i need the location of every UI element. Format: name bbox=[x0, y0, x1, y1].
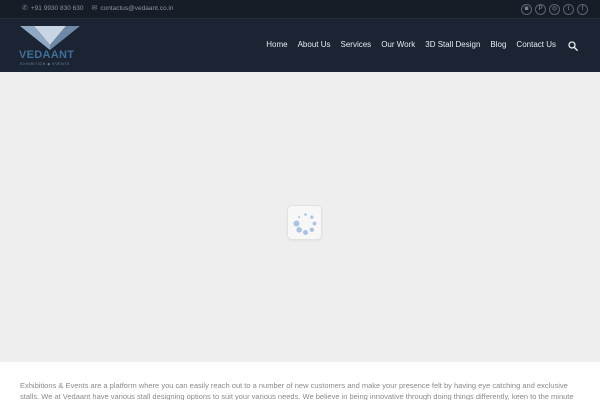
phone-number: +91 9930 830 630 bbox=[30, 4, 84, 12]
mail-icon: ✉ bbox=[91, 5, 98, 12]
about-section: Exhibitions & Events are a platform wher… bbox=[0, 362, 600, 400]
site-logo[interactable]: VEDAANT EXHIBITION ◆ EVENTS bbox=[18, 26, 82, 68]
nav-item-services[interactable]: Services bbox=[341, 40, 372, 49]
email-address: contactus@vedaant.co.in bbox=[100, 4, 174, 12]
logo-text: VEDAANT bbox=[19, 49, 75, 61]
top-bar: ✆ +91 9930 830 630 ✉ contactus@vedaant.c… bbox=[0, 0, 600, 19]
pinterest-icon[interactable]: P bbox=[535, 4, 546, 15]
spinner-dot bbox=[304, 213, 307, 216]
nav-item-home[interactable]: Home bbox=[266, 40, 287, 49]
nav-item-3d-stall-design[interactable]: 3D Stall Design bbox=[425, 40, 480, 49]
search-icon[interactable] bbox=[568, 41, 578, 51]
spinner-dot bbox=[298, 216, 301, 219]
spinner-dot bbox=[310, 215, 314, 219]
nav-item-contact-us[interactable]: Contact Us bbox=[516, 40, 556, 49]
facebook-icon[interactable]: f bbox=[577, 4, 588, 15]
spinner-dot bbox=[293, 220, 300, 227]
phone-icon: ✆ bbox=[22, 5, 28, 12]
phone-info[interactable]: ✆ +91 9930 830 630 bbox=[22, 4, 84, 13]
instagram-alt-icon[interactable]: ◎ bbox=[549, 4, 560, 15]
nav-item-our-work[interactable]: Our Work bbox=[381, 40, 415, 49]
spinner-dot bbox=[312, 221, 317, 226]
main-nav: Home About Us Services Our Work 3D Stall Des… bbox=[266, 40, 556, 49]
nav-item-about-us[interactable]: About Us bbox=[298, 40, 331, 49]
spinner-dot bbox=[303, 230, 308, 235]
social-links: ◙ P ◎ t f bbox=[521, 4, 588, 15]
spinner-dot bbox=[309, 227, 315, 233]
logo-tagline: EXHIBITION ◆ EVENTS bbox=[20, 62, 70, 66]
loading-spinner bbox=[287, 205, 322, 240]
spinner-dot bbox=[296, 227, 302, 233]
about-text: Exhibitions & Events are a platform wher… bbox=[20, 381, 574, 400]
spinner-icon bbox=[293, 213, 317, 235]
site-header: VEDAANT EXHIBITION ◆ EVENTS Home About Us… bbox=[0, 19, 600, 72]
contact-info: ✆ +91 9930 830 630 ✉ contactus@vedaant.c… bbox=[22, 4, 174, 13]
twitter-icon[interactable]: t bbox=[563, 4, 574, 15]
email-info[interactable]: ✉ contactus@vedaant.co.in bbox=[91, 4, 174, 13]
instagram-icon[interactable]: ◙ bbox=[521, 4, 532, 15]
nav-item-blog[interactable]: Blog bbox=[490, 40, 506, 49]
logo-mark-icon bbox=[20, 26, 80, 50]
